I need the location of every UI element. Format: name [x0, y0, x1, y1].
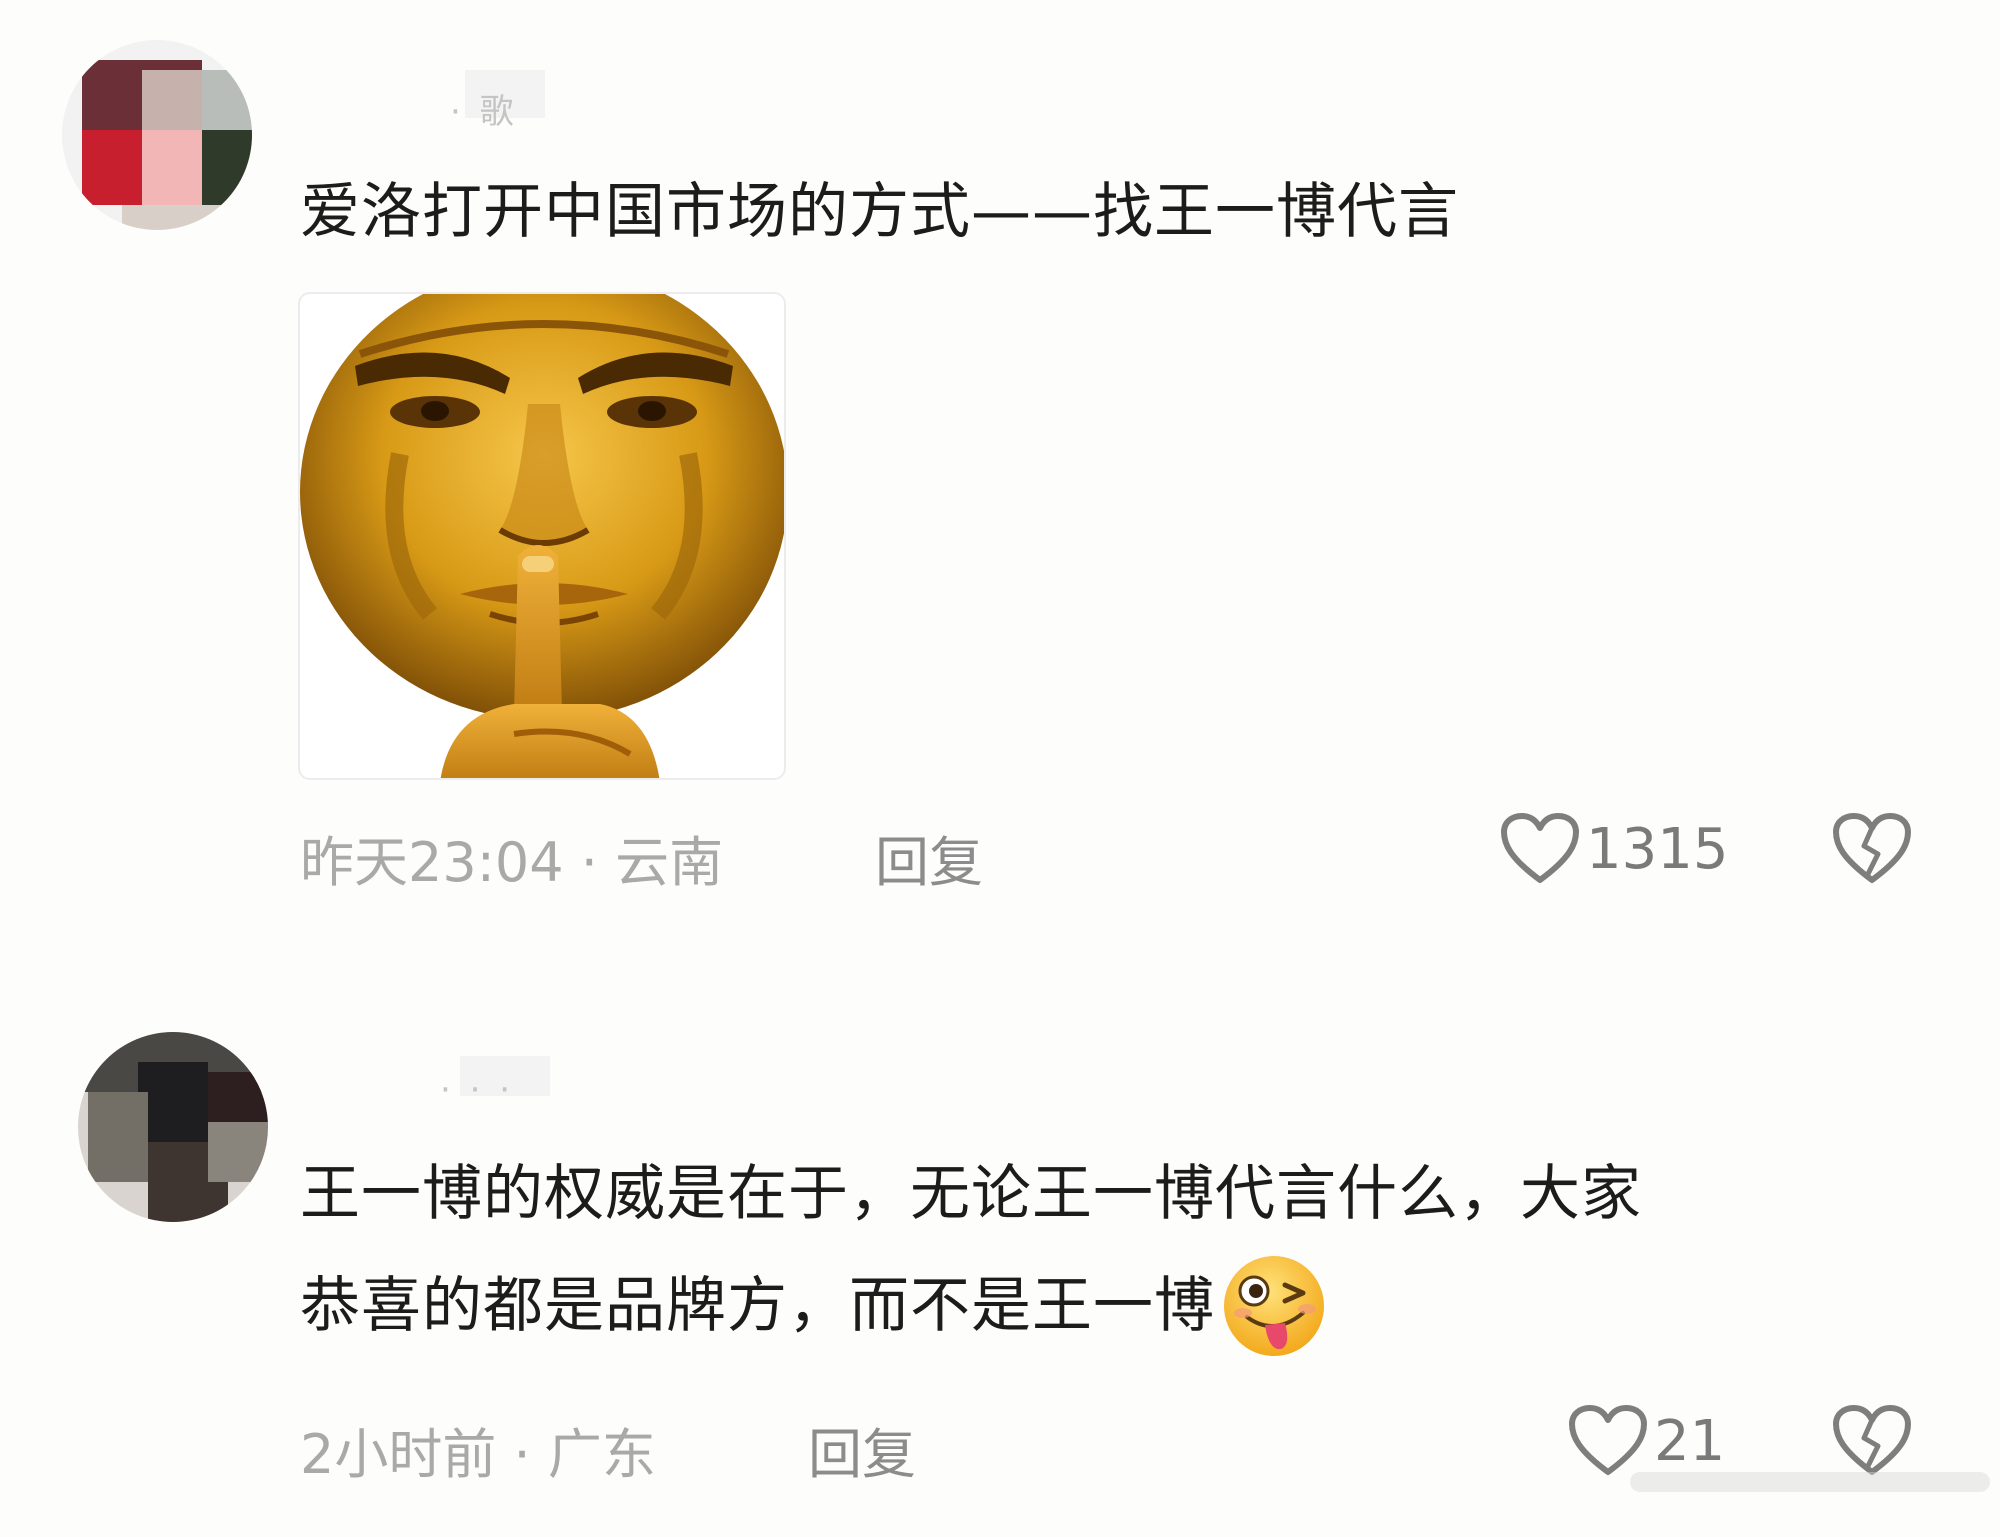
- like-button[interactable]: 1315: [1500, 812, 1729, 886]
- golden-face-shush-meme: [300, 294, 784, 778]
- avatar[interactable]: [62, 40, 252, 230]
- reply-button[interactable]: 回复: [875, 818, 983, 897]
- comment-image[interactable]: [298, 292, 786, 780]
- heart-outline-icon: [1501, 813, 1579, 883]
- comment-meta: 2小时前 · 广东: [300, 1423, 656, 1486]
- comment-text-line: 王一博的权威是在于，无论王一博代言什么，大家: [300, 1159, 1642, 1229]
- username[interactable]: · 歌: [450, 84, 518, 133]
- comment-item: · · · 王一博的权威是在于，无论王一博代言什么，大家 恭喜的都是品牌方，而不…: [0, 1000, 2000, 1500]
- like-count: 1315: [1586, 816, 1729, 882]
- username[interactable]: · · ·: [440, 1070, 514, 1110]
- reply-button[interactable]: 回复: [808, 1410, 916, 1489]
- comment-text-line: 恭喜的都是品牌方，而不是王一博: [300, 1250, 1920, 1362]
- comment-text-segment: 恭喜的都是品牌方，而不是王一博: [300, 1271, 1215, 1341]
- comment-meta: 昨天23:04 · 云南: [300, 831, 724, 894]
- dislike-button[interactable]: [1832, 812, 1912, 890]
- avatar[interactable]: [78, 1032, 268, 1222]
- watermark-graphic: [1630, 1472, 1990, 1492]
- comment-text: 爱洛打开中国市场的方式——找王一博代言: [300, 177, 1459, 247]
- comment-item: · 歌 爱洛打开中国市场的方式——找王一博代言 昨天23:04 · 云南 回复 …: [0, 0, 2000, 900]
- comment-text: 王一博的权威是在于，无论王一博代言什么，大家 恭喜的都是品牌方，而不是王一博: [300, 1138, 1920, 1362]
- broken-heart-icon: [1833, 813, 1911, 883]
- wink-tongue-emoji: [1224, 1256, 1324, 1356]
